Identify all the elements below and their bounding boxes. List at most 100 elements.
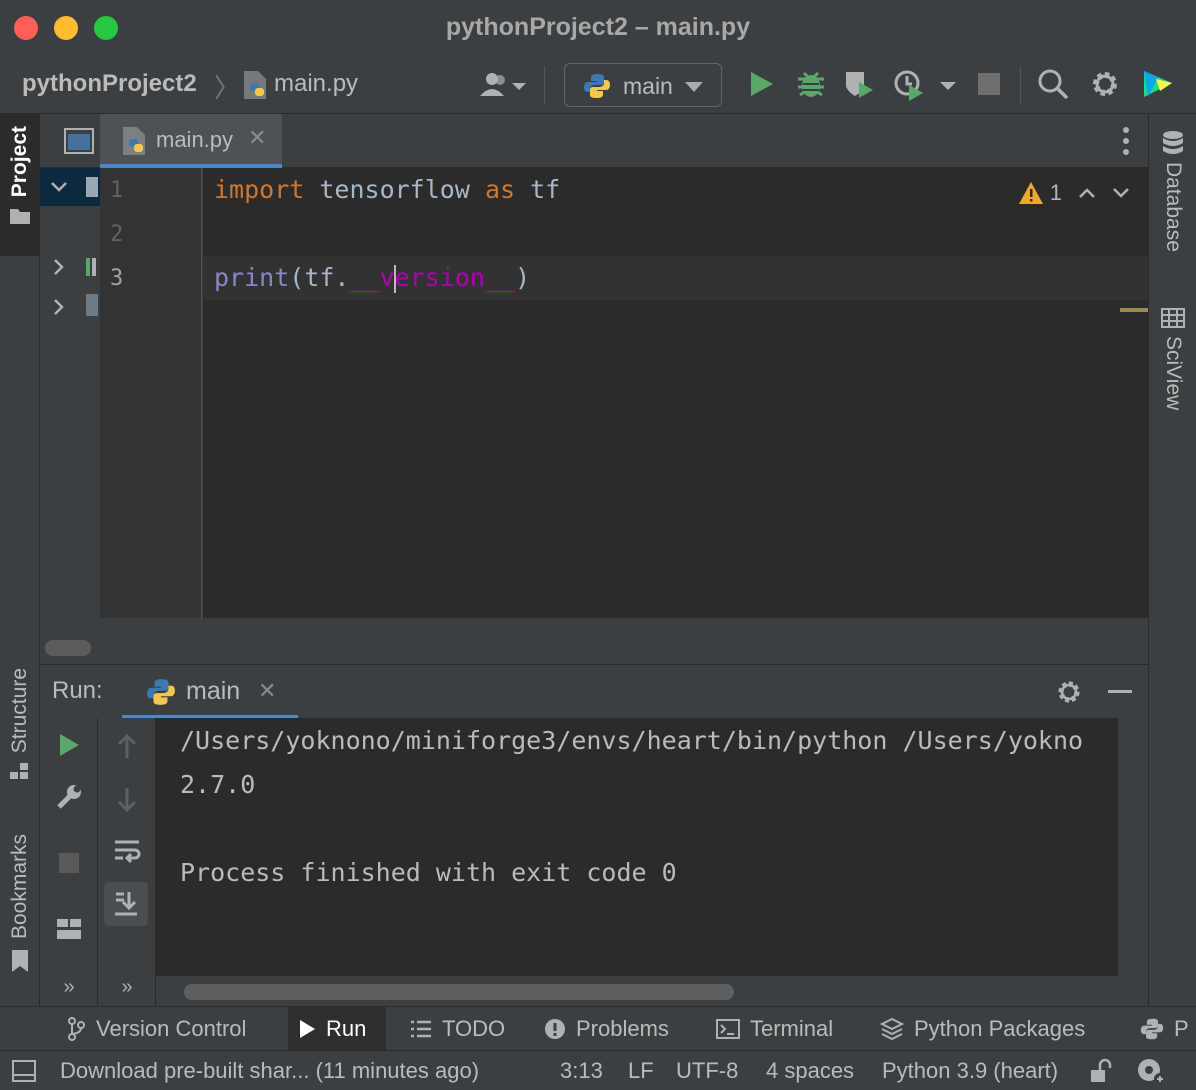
- more-run-options-chevron-icon[interactable]: [936, 67, 960, 101]
- sciview-tool-tab[interactable]: SciView: [1153, 308, 1193, 438]
- run-tab-main[interactable]: main ✕: [122, 665, 298, 719]
- status-bar: Download pre-built shar... (11 minutes a…: [0, 1050, 1196, 1090]
- problems-tool-button[interactable]: Problems: [534, 1007, 679, 1051]
- file-encoding[interactable]: UTF-8: [676, 1058, 738, 1084]
- structure-tool-tab[interactable]: Structure: [0, 662, 40, 802]
- tab-main-py[interactable]: main.py ✕: [100, 114, 282, 168]
- more-options-icon[interactable]: [1122, 126, 1130, 156]
- next-highlight-chevron-down-icon[interactable]: [1112, 186, 1130, 200]
- warning-icon: [1018, 182, 1043, 204]
- scratches-icon: [86, 294, 98, 316]
- module-alias: tf: [515, 175, 561, 204]
- code-line-3: print(tf.__version__): [214, 263, 530, 293]
- database-icon: [1163, 131, 1183, 154]
- inspection-profile-icon[interactable]: [1136, 1057, 1168, 1085]
- dunder-attribute-part-2: ersion__: [394, 263, 516, 292]
- gear-icon[interactable]: [1088, 67, 1122, 101]
- project-tool-label: Project: [8, 126, 31, 198]
- code-with-me-icon[interactable]: [478, 70, 530, 100]
- structure-icon: [10, 763, 28, 780]
- terminal-tool-label: Terminal: [750, 1016, 834, 1041]
- project-view-toggle-icon[interactable]: [64, 128, 94, 154]
- rerun-icon[interactable]: [52, 728, 86, 762]
- arrow-down-icon[interactable]: [110, 782, 144, 816]
- arrow-up-icon[interactable]: [110, 730, 144, 764]
- run-console-output[interactable]: /Users/yoknono/miniforge3/envs/heart/bin…: [156, 718, 1118, 976]
- folder-icon: [10, 209, 30, 225]
- run-tool-button[interactable]: Run: [288, 1007, 386, 1051]
- line-number: 3: [110, 266, 124, 291]
- search-icon[interactable]: [1036, 67, 1070, 101]
- python-icon: [147, 679, 175, 705]
- console-line: /Users/yoknono/miniforge3/envs/heart/bin…: [180, 726, 1084, 755]
- tool-window-bar: Version Control Run TODO Problems Termin…: [0, 1006, 1196, 1051]
- jetbrains-toolbox-icon[interactable]: [1140, 67, 1174, 101]
- warning-error-stripe[interactable]: [1120, 308, 1148, 312]
- soft-wrap-icon[interactable]: [110, 834, 144, 868]
- run-with-coverage-icon[interactable]: [842, 67, 876, 101]
- indent-setting[interactable]: 4 spaces: [766, 1058, 854, 1084]
- python-icon: [584, 74, 610, 98]
- inspection-widget[interactable]: 1: [1018, 178, 1130, 208]
- layout-icon[interactable]: [52, 912, 86, 946]
- wrench-icon[interactable]: [52, 780, 86, 814]
- layers-icon: [880, 1017, 904, 1041]
- chevron-right-icon[interactable]: [50, 258, 68, 276]
- previous-highlight-chevron-up-icon[interactable]: [1078, 186, 1096, 200]
- python-console-tool-button[interactable]: P: [1130, 1007, 1196, 1051]
- python-interpreter[interactable]: Python 3.9 (heart): [882, 1058, 1058, 1084]
- stop-icon[interactable]: [52, 846, 86, 880]
- run-tool-label: Run: [326, 1016, 367, 1041]
- toggle-tool-windows-icon[interactable]: [12, 1060, 36, 1082]
- call-close: ): [515, 263, 531, 292]
- database-tool-tab[interactable]: Database: [1153, 130, 1193, 290]
- more-actions-icon[interactable]: »: [52, 970, 86, 1004]
- run-configuration-label: main: [623, 73, 673, 99]
- close-tab-icon[interactable]: ✕: [248, 125, 266, 151]
- run-tool-window-header: Run: main ✕: [40, 664, 1148, 719]
- run-configuration-select[interactable]: main: [564, 63, 722, 107]
- status-message[interactable]: Download pre-built shar... (11 minutes a…: [60, 1058, 479, 1084]
- more-actions-icon[interactable]: »: [110, 970, 144, 1004]
- chevron-right-icon[interactable]: [50, 298, 68, 316]
- caret-position[interactable]: 3:13: [560, 1058, 603, 1084]
- hide-panel-icon[interactable]: [1108, 690, 1132, 693]
- horizontal-scrollbar-thumb[interactable]: [45, 640, 91, 656]
- version-control-tool-button[interactable]: Version Control: [56, 1007, 256, 1051]
- sciview-tool-label: SciView: [1162, 336, 1185, 411]
- dunder-attribute-part-1: __v: [349, 263, 395, 292]
- todo-tool-button[interactable]: TODO: [400, 1007, 515, 1051]
- code-editor[interactable]: import tensorflow as tf print(tf.__versi…: [203, 168, 1148, 618]
- line-separator[interactable]: LF: [628, 1058, 654, 1084]
- breadcrumb-project[interactable]: pythonProject2: [22, 70, 197, 98]
- scroll-to-end-icon[interactable]: [104, 882, 148, 926]
- builtin-print: print: [214, 263, 290, 292]
- toolbar-divider: [1020, 66, 1021, 104]
- chevron-down-icon[interactable]: [50, 178, 68, 196]
- debug-icon[interactable]: [794, 67, 828, 101]
- left-tool-strip: Project Structure Bookmarks: [0, 114, 40, 1006]
- play-icon: [300, 1020, 315, 1038]
- keyword-import: import: [214, 175, 305, 204]
- project-tool-tab[interactable]: Project: [0, 114, 40, 256]
- lock-open-icon[interactable]: [1088, 1058, 1114, 1084]
- profile-icon[interactable]: [892, 67, 926, 101]
- terminal-icon: [716, 1019, 740, 1039]
- line-number: 2: [110, 222, 124, 247]
- breadcrumb-file[interactable]: main.py: [274, 70, 358, 98]
- line-number-gutter: 1 2 3: [100, 168, 202, 618]
- terminal-tool-button[interactable]: Terminal: [706, 1007, 843, 1051]
- bookmarks-tool-tab[interactable]: Bookmarks: [0, 830, 40, 986]
- keyword-as: as: [484, 175, 516, 204]
- python-packages-tool-button[interactable]: Python Packages: [870, 1007, 1095, 1051]
- gear-icon[interactable]: [1054, 677, 1084, 707]
- run-icon[interactable]: [744, 67, 778, 101]
- horizontal-scrollbar-thumb[interactable]: [184, 984, 734, 1000]
- close-tab-icon[interactable]: ✕: [258, 678, 276, 704]
- line-number: 1: [110, 178, 124, 203]
- folder-icon: [86, 177, 98, 197]
- stop-icon[interactable]: [972, 67, 1006, 101]
- tab-label: main.py: [156, 127, 234, 152]
- version-control-label: Version Control: [96, 1016, 247, 1041]
- project-root-row[interactable]: [40, 168, 100, 206]
